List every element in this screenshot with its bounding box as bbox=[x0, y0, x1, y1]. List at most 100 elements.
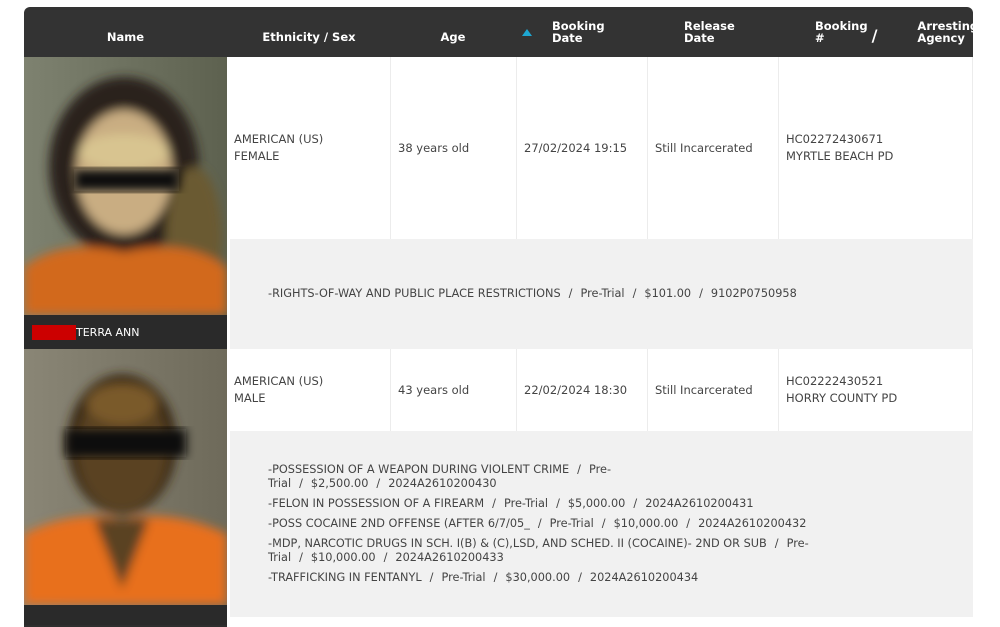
separator: / bbox=[492, 497, 496, 510]
separator: / bbox=[632, 287, 637, 300]
separator: / bbox=[633, 497, 638, 510]
booking-number: HC02222430521 bbox=[786, 374, 884, 388]
release-date-cell: Still Incarcerated bbox=[647, 349, 778, 431]
header-line: Date bbox=[552, 31, 583, 45]
booking-agency-cell: HC02272430671 MYRTLE BEACH PD bbox=[778, 57, 973, 239]
separator: / bbox=[578, 571, 582, 584]
column-header-label: Name bbox=[106, 30, 145, 44]
charge-item: -POSS COCAINE 2ND OFFENSE (AFTER 6/7/05_… bbox=[268, 517, 813, 531]
mugshot-column[interactable]: TERRA ANN bbox=[24, 57, 227, 349]
charges-list: -RIGHTS-OF-WAY AND PUBLIC PLACE RESTRICT… bbox=[230, 239, 973, 349]
column-header-label: Ethnicity / Sex bbox=[262, 30, 356, 44]
charge-offense: -POSSESSION OF A WEAPON DURING VIOLENT C… bbox=[268, 463, 570, 476]
inmate-record: AMERICAN (US) MALE 43 years old 22/02/20… bbox=[24, 349, 973, 627]
age-cell: 43 years old bbox=[390, 349, 516, 431]
charge-case-number: 2024A2610200431 bbox=[645, 497, 754, 510]
age: 43 years old bbox=[398, 382, 470, 397]
ethnicity: AMERICAN (US) bbox=[234, 374, 324, 388]
arresting-agency: MYRTLE BEACH PD bbox=[786, 149, 894, 163]
separator: / bbox=[601, 517, 606, 530]
separator: / bbox=[686, 517, 691, 530]
sex: MALE bbox=[234, 391, 266, 405]
inmate-name-bar[interactable]: TERRA ANN bbox=[24, 315, 227, 349]
charge-bond: $30,000.00 bbox=[505, 571, 571, 584]
charge-case-number: 2024A2610200434 bbox=[589, 571, 699, 584]
inmate-name[interactable]: TERRA ANN bbox=[76, 326, 140, 339]
separator: / bbox=[429, 571, 434, 584]
booking-date: 22/02/2024 18:30 bbox=[524, 382, 628, 397]
charge-case-number: 2024A2610200432 bbox=[698, 517, 807, 530]
charge-item: -POSSESSION OF A WEAPON DURING VIOLENT C… bbox=[268, 463, 813, 491]
mugshot-photo[interactable] bbox=[24, 349, 227, 605]
separator: / bbox=[493, 571, 498, 584]
charge-bond: $10,000.00 bbox=[310, 551, 376, 564]
charges-list: -POSSESSION OF A WEAPON DURING VIOLENT C… bbox=[230, 431, 973, 617]
booking-date-cell: 27/02/2024 19:15 bbox=[516, 57, 647, 239]
table-row[interactable]: AMERICAN (US) FEMALE 38 years old 27/02/… bbox=[230, 57, 973, 239]
header-line: # bbox=[815, 31, 825, 45]
booking-number: HC02272430671 bbox=[786, 132, 884, 146]
column-header-label: Release Date bbox=[684, 20, 735, 44]
header-separator: / bbox=[871, 25, 878, 45]
separator: / bbox=[699, 287, 703, 300]
separator: / bbox=[537, 517, 542, 530]
charge-item: -RIGHTS-OF-WAY AND PUBLIC PLACE RESTRICT… bbox=[268, 287, 813, 301]
charge-bond: $5,000.00 bbox=[567, 497, 626, 510]
charge-status: Pre-Trial bbox=[549, 517, 594, 530]
booking-agency-cell: HC02222430521 HORRY COUNTY PD bbox=[778, 349, 973, 431]
mugshot-column[interactable] bbox=[24, 349, 227, 627]
sex: FEMALE bbox=[234, 149, 280, 163]
separator: / bbox=[774, 537, 779, 550]
separator: / bbox=[383, 551, 388, 564]
charge-bond: $101.00 bbox=[644, 287, 692, 300]
age-cell: 38 years old bbox=[390, 57, 516, 239]
arresting-agency: HORRY COUNTY PD bbox=[786, 391, 898, 405]
inmate-table: Name Ethnicity / Sex Age Booking Date Re… bbox=[24, 7, 973, 627]
separator: / bbox=[568, 287, 573, 300]
column-header-label: Booking # bbox=[815, 20, 868, 44]
charge-offense: -MDP, NARCOTIC DRUGS IN SCH. I(B) & (C),… bbox=[268, 537, 767, 550]
separator: / bbox=[299, 551, 303, 564]
booking-date: 27/02/2024 19:15 bbox=[524, 140, 628, 155]
charge-item: -FELON IN POSSESSION OF A FIREARM / Pre-Tr… bbox=[268, 497, 813, 511]
column-header-label: Age bbox=[440, 30, 466, 44]
column-header-name[interactable]: Name bbox=[24, 12, 227, 62]
charge-offense: -RIGHTS-OF-WAY AND PUBLIC PLACE RESTRICT… bbox=[268, 287, 561, 300]
header-line: Agency bbox=[917, 31, 965, 45]
charge-bond: $10,000.00 bbox=[613, 517, 679, 530]
table-row[interactable]: AMERICAN (US) MALE 43 years old 22/02/20… bbox=[230, 349, 973, 431]
sort-ascending-icon[interactable] bbox=[522, 28, 532, 36]
mugshot-photo[interactable] bbox=[24, 57, 227, 315]
column-header-booking-agency[interactable]: Booking # / Arresting Agency bbox=[779, 7, 973, 57]
ethnicity: AMERICAN (US) bbox=[234, 132, 324, 146]
inmate-record: TERRA ANN AMERICAN (US) FEMALE 38 years … bbox=[24, 57, 973, 349]
table-header: Name Ethnicity / Sex Age Booking Date Re… bbox=[24, 7, 973, 57]
separator: / bbox=[376, 477, 381, 490]
charge-item: -MDP, NARCOTIC DRUGS IN SCH. I(B) & (C),… bbox=[268, 537, 813, 565]
charge-status: Pre-Trial bbox=[503, 497, 549, 510]
column-header-label: Booking Date bbox=[552, 20, 605, 44]
column-header-ethnicity-sex[interactable]: Ethnicity / Sex bbox=[229, 12, 389, 62]
column-header-age[interactable]: Age bbox=[390, 12, 516, 62]
charge-case-number: 2024A2610200430 bbox=[388, 477, 497, 490]
separator: / bbox=[299, 477, 303, 490]
column-header-booking-date[interactable]: Booking Date bbox=[517, 7, 647, 57]
inmate-name-bar[interactable] bbox=[24, 605, 227, 625]
charge-case-number: 2024A2610200433 bbox=[395, 551, 504, 564]
release-date-cell: Still Incarcerated bbox=[647, 57, 778, 239]
release-date: Still Incarcerated bbox=[655, 140, 753, 155]
name-redaction bbox=[32, 324, 76, 340]
column-header-release-date[interactable]: Release Date bbox=[648, 7, 778, 57]
ethnicity-sex-cell: AMERICAN (US) FEMALE bbox=[230, 57, 390, 239]
column-header-label: Arresting Agency bbox=[917, 20, 973, 44]
age: 38 years old bbox=[398, 140, 470, 155]
charge-case-number: 9102P0750958 bbox=[710, 287, 797, 300]
separator: / bbox=[577, 463, 581, 476]
separator: / bbox=[556, 497, 560, 510]
booking-date-cell: 22/02/2024 18:30 bbox=[516, 349, 647, 431]
header-line: Date bbox=[684, 31, 715, 45]
ethnicity-sex-cell: AMERICAN (US) MALE bbox=[230, 349, 390, 431]
charge-offense: -FELON IN POSSESSION OF A FIREARM bbox=[268, 497, 485, 510]
charge-offense: -TRAFFICKING IN FENTANYL bbox=[268, 571, 422, 584]
charge-status: Pre-Trial bbox=[441, 571, 486, 584]
